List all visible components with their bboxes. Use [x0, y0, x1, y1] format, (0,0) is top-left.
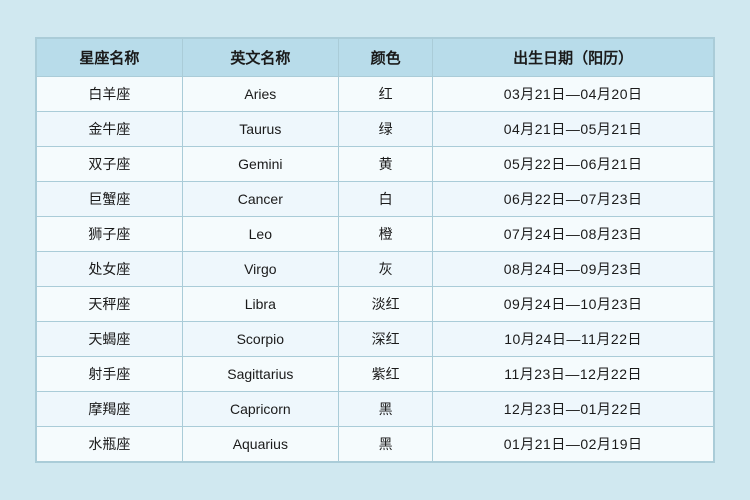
- cell-chinese-name: 摩羯座: [37, 392, 183, 427]
- cell-dates: 03月21日—04月20日: [433, 77, 714, 112]
- cell-color: 淡红: [338, 287, 432, 322]
- table-row: 巨蟹座Cancer白06月22日—07月23日: [37, 182, 714, 217]
- cell-chinese-name: 射手座: [37, 357, 183, 392]
- table-row: 天蝎座Scorpio深红10月24日—11月22日: [37, 322, 714, 357]
- cell-color: 绿: [338, 112, 432, 147]
- cell-dates: 04月21日—05月21日: [433, 112, 714, 147]
- cell-chinese-name: 水瓶座: [37, 427, 183, 462]
- cell-dates: 07月24日—08月23日: [433, 217, 714, 252]
- cell-chinese-name: 巨蟹座: [37, 182, 183, 217]
- cell-chinese-name: 白羊座: [37, 77, 183, 112]
- cell-english-name: Sagittarius: [182, 357, 338, 392]
- cell-chinese-name: 金牛座: [37, 112, 183, 147]
- cell-english-name: Scorpio: [182, 322, 338, 357]
- cell-dates: 10月24日—11月22日: [433, 322, 714, 357]
- cell-english-name: Capricorn: [182, 392, 338, 427]
- cell-color: 红: [338, 77, 432, 112]
- cell-dates: 05月22日—06月21日: [433, 147, 714, 182]
- cell-color: 黄: [338, 147, 432, 182]
- cell-dates: 11月23日—12月22日: [433, 357, 714, 392]
- table-row: 双子座Gemini黄05月22日—06月21日: [37, 147, 714, 182]
- zodiac-table: 星座名称 英文名称 颜色 出生日期（阳历） 白羊座Aries红03月21日—04…: [36, 38, 714, 462]
- col-header-english: 英文名称: [182, 39, 338, 77]
- cell-color: 灰: [338, 252, 432, 287]
- cell-chinese-name: 天蝎座: [37, 322, 183, 357]
- cell-chinese-name: 处女座: [37, 252, 183, 287]
- table-row: 摩羯座Capricorn黑12月23日—01月22日: [37, 392, 714, 427]
- col-header-dates: 出生日期（阳历）: [433, 39, 714, 77]
- cell-chinese-name: 天秤座: [37, 287, 183, 322]
- table-row: 射手座Sagittarius紫红11月23日—12月22日: [37, 357, 714, 392]
- cell-english-name: Libra: [182, 287, 338, 322]
- cell-english-name: Aquarius: [182, 427, 338, 462]
- col-header-color: 颜色: [338, 39, 432, 77]
- cell-color: 黑: [338, 392, 432, 427]
- cell-dates: 12月23日—01月22日: [433, 392, 714, 427]
- cell-dates: 08月24日—09月23日: [433, 252, 714, 287]
- cell-color: 深红: [338, 322, 432, 357]
- table-row: 狮子座Leo橙07月24日—08月23日: [37, 217, 714, 252]
- cell-dates: 09月24日—10月23日: [433, 287, 714, 322]
- cell-color: 橙: [338, 217, 432, 252]
- cell-color: 紫红: [338, 357, 432, 392]
- cell-english-name: Virgo: [182, 252, 338, 287]
- cell-english-name: Taurus: [182, 112, 338, 147]
- cell-chinese-name: 狮子座: [37, 217, 183, 252]
- table-body: 白羊座Aries红03月21日—04月20日金牛座Taurus绿04月21日—0…: [37, 77, 714, 462]
- cell-english-name: Gemini: [182, 147, 338, 182]
- table-row: 处女座Virgo灰08月24日—09月23日: [37, 252, 714, 287]
- col-header-chinese: 星座名称: [37, 39, 183, 77]
- table-row: 天秤座Libra淡红09月24日—10月23日: [37, 287, 714, 322]
- cell-color: 黑: [338, 427, 432, 462]
- cell-english-name: Cancer: [182, 182, 338, 217]
- cell-dates: 01月21日—02月19日: [433, 427, 714, 462]
- cell-color: 白: [338, 182, 432, 217]
- table-row: 水瓶座Aquarius黑01月21日—02月19日: [37, 427, 714, 462]
- table-header-row: 星座名称 英文名称 颜色 出生日期（阳历）: [37, 39, 714, 77]
- cell-english-name: Leo: [182, 217, 338, 252]
- cell-chinese-name: 双子座: [37, 147, 183, 182]
- cell-dates: 06月22日—07月23日: [433, 182, 714, 217]
- zodiac-table-container: 星座名称 英文名称 颜色 出生日期（阳历） 白羊座Aries红03月21日—04…: [35, 37, 715, 463]
- cell-english-name: Aries: [182, 77, 338, 112]
- table-row: 金牛座Taurus绿04月21日—05月21日: [37, 112, 714, 147]
- table-row: 白羊座Aries红03月21日—04月20日: [37, 77, 714, 112]
